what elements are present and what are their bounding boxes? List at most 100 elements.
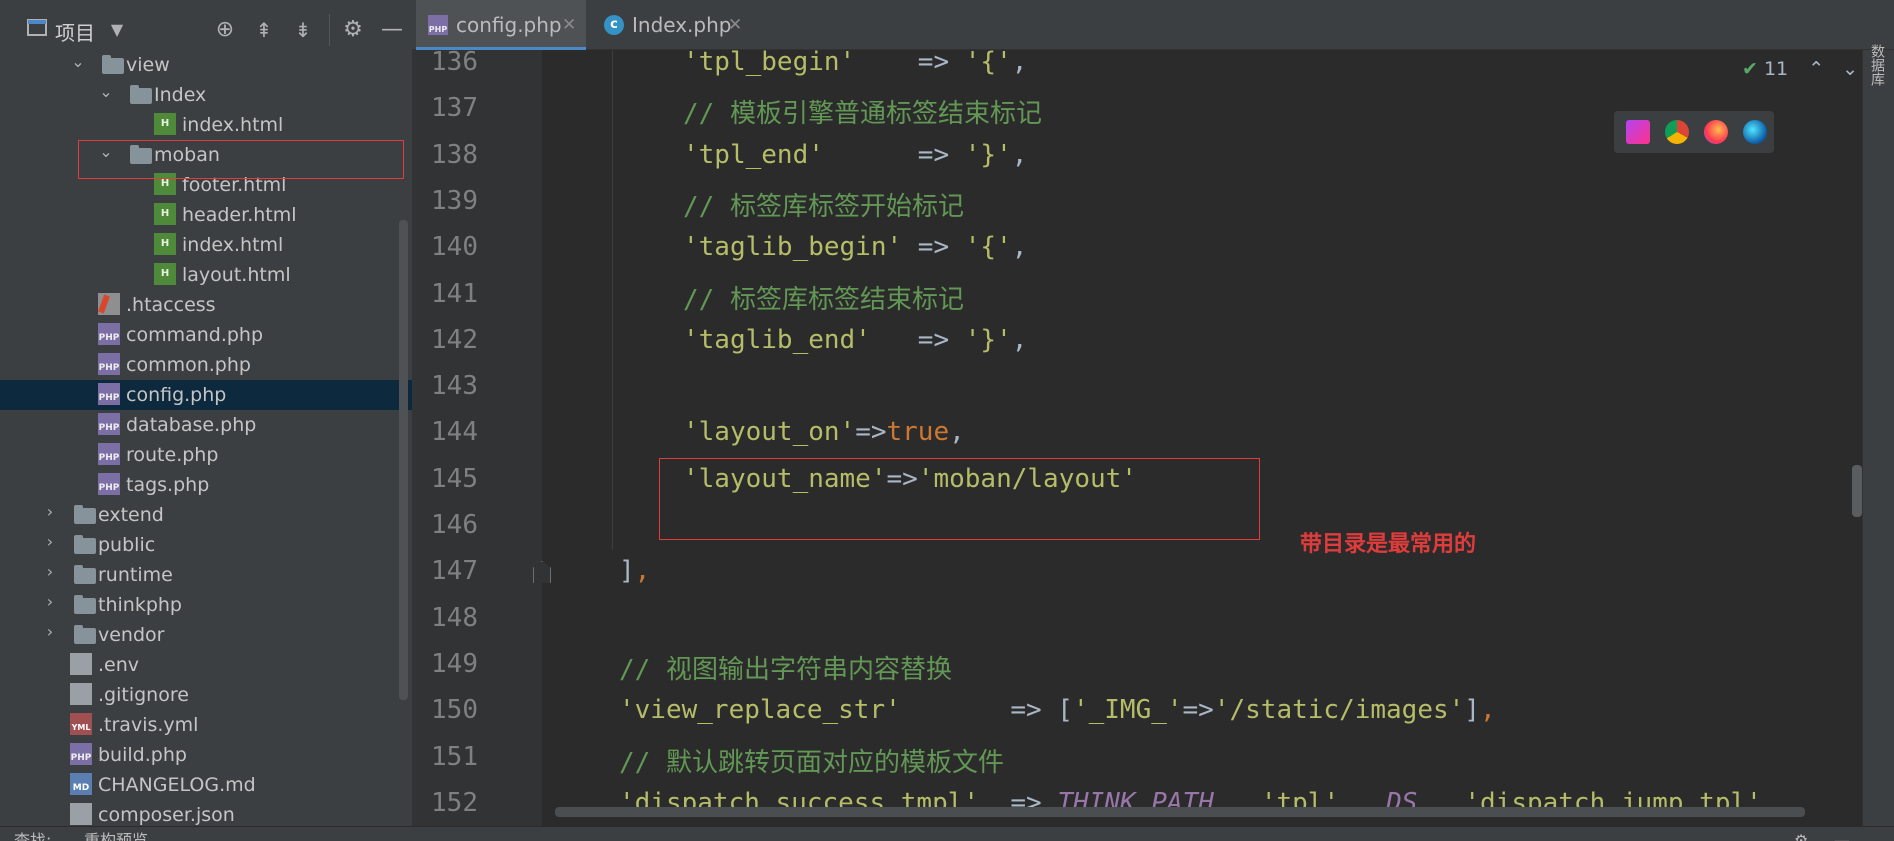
chevron-right-icon[interactable]: › <box>40 532 60 551</box>
tab-label: Index.php <box>632 13 732 37</box>
tree-item-label: .htaccess <box>126 294 216 316</box>
tree-item[interactable]: .gitignore <box>0 680 412 710</box>
code-line[interactable]: 'layout_on'=>true, <box>683 417 965 447</box>
tree-item[interactable]: .env <box>0 650 412 680</box>
tree-item[interactable]: PHP command.php <box>0 320 412 350</box>
chevron-down-icon[interactable]: ⌄ <box>96 82 116 101</box>
project-panel-title[interactable]: 项目 <box>55 17 95 46</box>
minimize-icon[interactable]: — <box>379 17 405 43</box>
tree-item-label: composer.json <box>98 804 235 826</box>
editor-scrollbar[interactable] <box>1852 465 1862 517</box>
code-line[interactable]: 'tpl_end' => '}', <box>683 140 1027 170</box>
chevron-right-icon[interactable]: › <box>40 622 60 641</box>
tree-item[interactable]: .htaccess <box>0 290 412 320</box>
firefox-icon[interactable] <box>1704 120 1728 144</box>
find-tab[interactable]: 查找: <box>14 827 51 841</box>
tree-item[interactable]: PHP database.php <box>0 410 412 440</box>
folder-icon <box>74 505 96 524</box>
tab-index-php[interactable]: c Index.php ✕ <box>592 0 752 50</box>
code-line[interactable]: // 模板引擎普通标签结束标记 <box>683 93 1042 130</box>
tree-item-label: .env <box>98 654 140 676</box>
tree-item[interactable]: PHP tags.php <box>0 470 412 500</box>
tree-item-label: public <box>98 534 156 556</box>
moban-highlight-box <box>78 140 404 179</box>
chevron-down-icon[interactable]: ⌄ <box>1842 58 1858 80</box>
code-line[interactable]: // 视图输出字符串内容替换 <box>619 649 952 686</box>
file-icon <box>70 653 92 675</box>
phpstorm-icon[interactable] <box>1626 120 1650 144</box>
tree-item[interactable]: PHP common.php <box>0 350 412 380</box>
inspection-widget[interactable]: ✔ 11 ⌃ ⌄ <box>1742 58 1858 84</box>
project-icon[interactable] <box>24 17 50 43</box>
tree-item[interactable]: › extend <box>0 500 412 530</box>
tab-config-php[interactable]: PHP config.php ✕ <box>416 0 586 50</box>
edge-icon[interactable] <box>1743 120 1767 144</box>
tree-item[interactable]: Hheader.html <box>0 200 412 230</box>
code-line[interactable]: // 标签库标签结束标记 <box>683 279 964 316</box>
line-number: 136 <box>431 47 478 77</box>
tree-item[interactable]: › thinkphp <box>0 590 412 620</box>
html-file-icon: H <box>154 263 176 285</box>
chevron-right-icon[interactable]: › <box>40 502 60 521</box>
code-line[interactable]: ], <box>619 556 650 586</box>
chevron-right-icon[interactable]: › <box>40 562 60 581</box>
close-icon[interactable]: ✕ <box>562 0 576 50</box>
chrome-icon[interactable] <box>1665 120 1689 144</box>
tree-item[interactable]: PHP route.php <box>0 440 412 470</box>
project-scrollbar[interactable] <box>399 220 408 700</box>
expand-all-icon[interactable]: ⇞ <box>251 17 277 43</box>
tab-label: config.php <box>456 13 562 37</box>
tree-item[interactable]: › vendor <box>0 620 412 650</box>
tree-item[interactable]: YML .travis.yml <box>0 710 412 740</box>
gear-icon[interactable]: ⚙ <box>340 17 366 43</box>
tree-item[interactable]: PHP build.php <box>0 740 412 770</box>
bottom-tool-bar: 查找: 重构预览 ⚙ — <box>0 826 1894 841</box>
folder-icon <box>74 595 96 614</box>
minimize-icon[interactable]: — <box>1834 827 1850 841</box>
tree-item[interactable]: ⌄ Index <box>0 80 412 110</box>
dropdown-icon[interactable]: ▼ <box>104 17 130 43</box>
code-line[interactable]: // 标签库标签开始标记 <box>683 186 964 223</box>
tree-item[interactable]: PHP config.php <box>0 380 412 410</box>
tree-item[interactable]: MD CHANGELOG.md <box>0 770 412 800</box>
tree-item-label: thinkphp <box>98 594 182 616</box>
code-line[interactable]: 'taglib_end' => '}', <box>683 325 1027 355</box>
close-icon[interactable]: ✕ <box>728 0 742 50</box>
folder-icon <box>74 565 96 584</box>
php-file-icon: PHP <box>428 15 448 35</box>
code-line[interactable]: 'view_replace_str' => ['_IMG_'=>'/static… <box>619 695 1496 725</box>
php-file-icon: PHP <box>70 743 92 765</box>
tree-item[interactable]: Hindex.html <box>0 110 412 140</box>
refactor-preview-tab[interactable]: 重构预览 <box>84 827 148 841</box>
project-panel: 项目 ▼ ⊕ ⇞ ⇟ ⚙ — ⌄ view ⌄ Index Hindex.html ⌄ mo… <box>0 0 412 841</box>
horizontal-scrollbar[interactable] <box>555 807 1805 817</box>
html-file-icon: H <box>154 233 176 255</box>
gear-icon[interactable]: ⚙ <box>1794 827 1808 841</box>
collapse-all-icon[interactable]: ⇟ <box>290 17 316 43</box>
tree-item[interactable]: › public <box>0 530 412 560</box>
line-number: 144 <box>431 417 478 448</box>
tree-item-label: .travis.yml <box>98 714 199 736</box>
tree-item-label: index.html <box>182 114 284 136</box>
browser-preview-bar <box>1614 111 1774 153</box>
code-line[interactable]: // 默认跳转页面对应的模板文件 <box>619 742 1004 779</box>
chevron-right-icon[interactable]: › <box>40 592 60 611</box>
html-file-icon: H <box>154 113 176 135</box>
php-file-icon: PHP <box>98 383 120 405</box>
line-number: 137 <box>431 93 478 124</box>
tree-item[interactable]: ⌄ view <box>0 50 412 80</box>
annotation-text: 带目录是最常用的 <box>1300 532 1477 557</box>
line-number: 151 <box>431 741 478 772</box>
database-tool-tab[interactable]: 数据库 <box>1867 44 1887 86</box>
code-line[interactable]: 'taglib_begin' => '{', <box>683 232 1027 262</box>
chevron-up-icon[interactable]: ⌃ <box>1808 58 1824 80</box>
tree-item[interactable]: Hindex.html <box>0 230 412 260</box>
tree-item[interactable]: Hlayout.html <box>0 260 412 290</box>
tree-item[interactable]: › runtime <box>0 560 412 590</box>
tree-item-label: Index <box>154 84 207 106</box>
code-line[interactable]: 'tpl_begin' => '{', <box>683 47 1027 77</box>
locate-icon[interactable]: ⊕ <box>212 17 238 43</box>
chevron-down-icon[interactable]: ⌄ <box>68 52 88 71</box>
tree-item-label: layout.html <box>182 264 291 286</box>
folder-icon <box>102 55 124 74</box>
